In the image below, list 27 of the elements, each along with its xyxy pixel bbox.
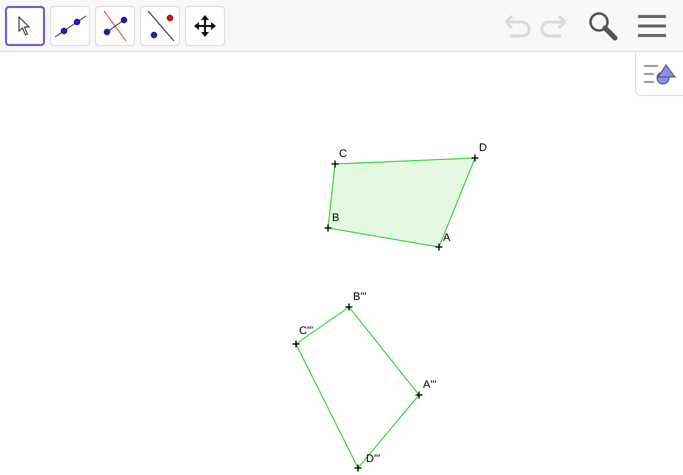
point-marker <box>344 302 354 312</box>
menu-icon <box>638 14 666 38</box>
parallel-line-icon <box>145 10 175 42</box>
redo-icon <box>539 14 569 38</box>
algebra-view-icon <box>644 62 676 84</box>
point-label: D <box>479 142 487 154</box>
point-marker <box>324 224 332 232</box>
algebra-view-toggle[interactable] <box>635 52 683 96</box>
point-label: A''' <box>423 379 437 391</box>
line-through-points-icon <box>53 12 87 38</box>
search-icon <box>588 10 618 40</box>
point-marker <box>470 154 480 162</box>
point-marker <box>354 464 362 472</box>
point-label: C <box>339 148 347 160</box>
point-marker <box>330 160 340 168</box>
undo-icon <box>502 14 532 38</box>
point-marker <box>434 242 444 252</box>
point-marker <box>292 340 300 348</box>
cursor-icon <box>18 16 32 36</box>
point-label: C''' <box>299 325 314 337</box>
point-marker <box>414 390 424 400</box>
tool-button[interactable] <box>5 6 45 46</box>
point-label: A <box>443 232 450 244</box>
point-label: B <box>332 212 340 224</box>
point-label: D''' <box>366 453 380 465</box>
move-arrows-icon <box>194 14 216 36</box>
point-label: B''' <box>353 291 367 303</box>
